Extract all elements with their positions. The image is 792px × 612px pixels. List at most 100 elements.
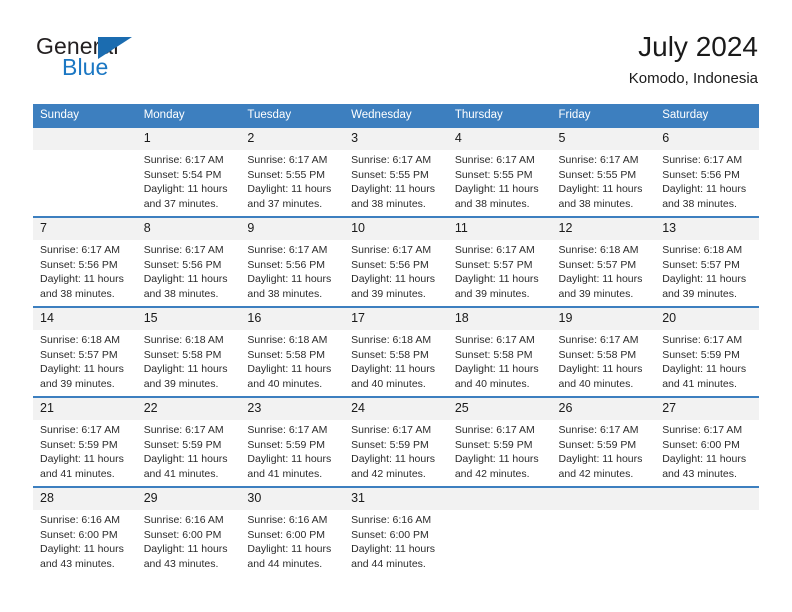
sunset-text: Sunset: 5:59 PM bbox=[247, 438, 326, 451]
sunset-text: Sunset: 5:56 PM bbox=[247, 258, 326, 271]
day-cell-inner bbox=[655, 488, 759, 576]
calendar-day-cell[interactable]: 28 Sunrise: 6:16 AM Sunset: 6:00 PM Dayligh… bbox=[33, 486, 137, 576]
daylight-text-line2: and 43 minutes. bbox=[662, 467, 737, 480]
sunrise-text: Sunrise: 6:17 AM bbox=[40, 244, 120, 256]
page-subtitle-location: Komodo, Indonesia bbox=[628, 70, 758, 87]
day-number: 12 bbox=[551, 218, 656, 240]
calendar-day-cell[interactable]: 26 Sunrise: 6:17 AM Sunset: 5:59 PM Dayligh… bbox=[551, 396, 656, 487]
general-blue-logo[interactable]: General Blue bbox=[34, 34, 234, 90]
day-details: Sunrise: 6:16 AM Sunset: 6:00 PM Daylight:… bbox=[240, 510, 344, 571]
daylight-text-line1: Daylight: 11 hours bbox=[40, 543, 124, 556]
daylight-text-line1: Daylight: 11 hours bbox=[143, 363, 228, 376]
day-cell-inner: 7 Sunrise: 6:17 AM Sunset: 5:56 PM Daylight… bbox=[33, 218, 137, 306]
day-number: 20 bbox=[655, 308, 759, 330]
sunrise-text: Sunrise: 6:18 AM bbox=[40, 334, 120, 346]
daylight-text-line1: Daylight: 11 hours bbox=[558, 183, 643, 196]
calendar-day-cell[interactable]: 19 Sunrise: 6:17 AM Sunset: 5:58 PM Dayligh… bbox=[551, 306, 656, 397]
day-number: 6 bbox=[655, 128, 759, 150]
sunrise-text: Sunrise: 6:17 AM bbox=[454, 244, 535, 256]
daylight-text-line1: Daylight: 11 hours bbox=[558, 453, 643, 466]
calendar-day-cell[interactable]: 1 Sunrise: 6:17 AM Sunset: 5:54 PM Daylight… bbox=[136, 126, 241, 217]
daylight-text-line1: Daylight: 11 hours bbox=[143, 273, 228, 286]
calendar-day-cell[interactable]: 22 Sunrise: 6:17 AM Sunset: 5:59 PM Dayligh… bbox=[136, 396, 241, 487]
calendar-day-cell[interactable]: 23 Sunrise: 6:17 AM Sunset: 5:59 PM Dayligh… bbox=[240, 396, 345, 487]
day-cell-inner: 21 Sunrise: 6:17 AM Sunset: 5:59 PM Dayligh… bbox=[33, 398, 137, 486]
sunset-text: Sunset: 5:58 PM bbox=[454, 348, 533, 361]
day-number: 21 bbox=[33, 398, 137, 420]
calendar-day-cell-empty bbox=[655, 486, 759, 576]
daylight-text-line1: Daylight: 11 hours bbox=[558, 273, 643, 286]
day-number: 14 bbox=[33, 308, 137, 330]
daylight-text-line1: Daylight: 11 hours bbox=[662, 183, 747, 196]
day-cell-inner: 17 Sunrise: 6:18 AM Sunset: 5:58 PM Dayligh… bbox=[344, 308, 448, 396]
daylight-text-line2: and 43 minutes. bbox=[143, 557, 219, 570]
daylight-text-line1: Daylight: 11 hours bbox=[454, 363, 539, 376]
calendar-day-cell[interactable]: 20 Sunrise: 6:17 AM Sunset: 5:59 PM Dayligh… bbox=[655, 306, 759, 397]
calendar-day-cell[interactable]: 2 Sunrise: 6:17 AM Sunset: 5:55 PM Daylight… bbox=[240, 126, 345, 217]
sunrise-text: Sunrise: 6:17 AM bbox=[143, 244, 224, 256]
daylight-text-line2: and 38 minutes. bbox=[454, 197, 530, 210]
calendar-day-cell[interactable]: 6 Sunrise: 6:17 AM Sunset: 5:56 PM Daylight… bbox=[655, 126, 759, 217]
sunrise-text: Sunrise: 6:17 AM bbox=[454, 424, 535, 436]
day-details: Sunrise: 6:17 AM Sunset: 5:55 PM Daylight:… bbox=[240, 150, 344, 211]
day-number: 13 bbox=[655, 218, 759, 240]
calendar-day-cell[interactable]: 18 Sunrise: 6:17 AM Sunset: 5:58 PM Dayligh… bbox=[447, 306, 552, 397]
calendar-day-cell[interactable]: 15 Sunrise: 6:18 AM Sunset: 5:58 PM Dayligh… bbox=[136, 306, 241, 397]
calendar-week-row: 14 Sunrise: 6:18 AM Sunset: 5:57 PM Dayligh… bbox=[33, 306, 759, 397]
sunset-text: Sunset: 5:55 PM bbox=[247, 168, 326, 181]
daylight-text-line1: Daylight: 11 hours bbox=[247, 543, 332, 556]
calendar-day-cell[interactable]: 21 Sunrise: 6:17 AM Sunset: 5:59 PM Dayligh… bbox=[33, 396, 137, 487]
sunrise-text: Sunrise: 6:18 AM bbox=[247, 334, 328, 346]
calendar-day-cell[interactable]: 30 Sunrise: 6:16 AM Sunset: 6:00 PM Dayligh… bbox=[240, 486, 345, 576]
day-cell-inner: 14 Sunrise: 6:18 AM Sunset: 5:57 PM Dayligh… bbox=[33, 308, 137, 396]
calendar-day-cell[interactable]: 31 Sunrise: 6:16 AM Sunset: 6:00 PM Dayligh… bbox=[344, 486, 448, 576]
calendar-body: 1 Sunrise: 6:17 AM Sunset: 5:54 PM Daylight… bbox=[33, 126, 759, 576]
day-details: Sunrise: 6:17 AM Sunset: 5:56 PM Daylight:… bbox=[655, 150, 759, 211]
calendar-day-cell[interactable]: 8 Sunrise: 6:17 AM Sunset: 5:56 PM Daylight… bbox=[136, 216, 241, 307]
calendar-day-cell[interactable]: 3 Sunrise: 6:17 AM Sunset: 5:55 PM Daylight… bbox=[344, 126, 448, 217]
calendar-day-cell[interactable]: 16 Sunrise: 6:18 AM Sunset: 5:58 PM Dayligh… bbox=[240, 306, 345, 397]
day-number bbox=[33, 128, 137, 150]
day-details: Sunrise: 6:16 AM Sunset: 6:00 PM Daylight:… bbox=[344, 510, 448, 571]
calendar-day-cell[interactable]: 17 Sunrise: 6:18 AM Sunset: 5:58 PM Dayligh… bbox=[344, 306, 448, 397]
day-cell-inner bbox=[447, 488, 552, 576]
calendar-day-cell[interactable]: 14 Sunrise: 6:18 AM Sunset: 5:57 PM Dayligh… bbox=[33, 306, 137, 397]
daylight-text-line1: Daylight: 11 hours bbox=[351, 453, 435, 466]
calendar-day-cell[interactable]: 24 Sunrise: 6:17 AM Sunset: 5:59 PM Dayligh… bbox=[344, 396, 448, 487]
day-details: Sunrise: 6:18 AM Sunset: 5:57 PM Daylight:… bbox=[655, 240, 759, 301]
sunset-text: Sunset: 5:54 PM bbox=[143, 168, 222, 181]
weekday-header-friday: Friday bbox=[551, 104, 656, 127]
calendar-day-cell[interactable]: 27 Sunrise: 6:17 AM Sunset: 6:00 PM Dayligh… bbox=[655, 396, 759, 487]
calendar-day-cell[interactable]: 29 Sunrise: 6:16 AM Sunset: 6:00 PM Dayligh… bbox=[136, 486, 241, 576]
day-number: 16 bbox=[240, 308, 345, 330]
calendar-day-cell[interactable]: 7 Sunrise: 6:17 AM Sunset: 5:56 PM Daylight… bbox=[33, 216, 137, 307]
sunset-text: Sunset: 5:58 PM bbox=[558, 348, 637, 361]
title-block: July 2024 Komodo, Indonesia bbox=[629, 30, 758, 90]
calendar-day-cell[interactable]: 12 Sunrise: 6:18 AM Sunset: 5:57 PM Dayligh… bbox=[551, 216, 656, 307]
day-cell-inner: 2 Sunrise: 6:17 AM Sunset: 5:55 PM Daylight… bbox=[240, 128, 345, 216]
daylight-text-line2: and 41 minutes. bbox=[247, 467, 323, 480]
day-cell-inner: 24 Sunrise: 6:17 AM Sunset: 5:59 PM Dayligh… bbox=[344, 398, 448, 486]
sunset-text: Sunset: 6:00 PM bbox=[351, 528, 429, 541]
calendar-day-cell[interactable]: 25 Sunrise: 6:17 AM Sunset: 5:59 PM Dayligh… bbox=[447, 396, 552, 487]
day-cell-inner: 27 Sunrise: 6:17 AM Sunset: 6:00 PM Dayligh… bbox=[655, 398, 759, 486]
day-details: Sunrise: 6:17 AM Sunset: 5:59 PM Daylight:… bbox=[552, 420, 656, 481]
sunset-text: Sunset: 6:00 PM bbox=[247, 528, 326, 541]
calendar-day-cell[interactable]: 5 Sunrise: 6:17 AM Sunset: 5:55 PM Daylight… bbox=[551, 126, 656, 217]
sunrise-text: Sunrise: 6:16 AM bbox=[143, 514, 224, 526]
daylight-text-line1: Daylight: 11 hours bbox=[247, 363, 332, 376]
day-cell-inner: 16 Sunrise: 6:18 AM Sunset: 5:58 PM Dayligh… bbox=[240, 308, 345, 396]
calendar-day-cell[interactable]: 10 Sunrise: 6:17 AM Sunset: 5:56 PM Dayligh… bbox=[344, 216, 448, 307]
day-details: Sunrise: 6:17 AM Sunset: 5:59 PM Daylight:… bbox=[33, 420, 137, 481]
daylight-text-line2: and 39 minutes. bbox=[143, 377, 219, 390]
day-details: Sunrise: 6:17 AM Sunset: 5:59 PM Daylight:… bbox=[344, 420, 448, 481]
calendar-day-cell[interactable]: 13 Sunrise: 6:18 AM Sunset: 5:57 PM Dayligh… bbox=[655, 216, 759, 307]
day-details: Sunrise: 6:17 AM Sunset: 5:59 PM Daylight:… bbox=[240, 420, 344, 481]
calendar-day-cell[interactable]: 9 Sunrise: 6:17 AM Sunset: 5:56 PM Daylight… bbox=[240, 216, 345, 307]
calendar-day-cell[interactable]: 4 Sunrise: 6:17 AM Sunset: 5:55 PM Daylight… bbox=[447, 126, 552, 217]
day-details: Sunrise: 6:17 AM Sunset: 5:56 PM Daylight:… bbox=[137, 240, 241, 301]
calendar-day-cell[interactable]: 11 Sunrise: 6:17 AM Sunset: 5:57 PM Dayligh… bbox=[447, 216, 552, 307]
day-details: Sunrise: 6:17 AM Sunset: 5:55 PM Daylight:… bbox=[344, 150, 448, 211]
daylight-text-line2: and 38 minutes. bbox=[558, 197, 634, 210]
sunrise-text: Sunrise: 6:17 AM bbox=[351, 154, 432, 166]
